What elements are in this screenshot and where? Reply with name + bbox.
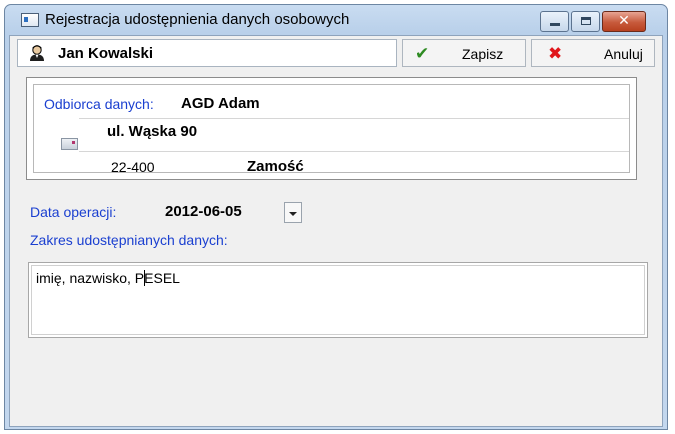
recipient-street: ul. Wąska 90 [107,123,198,140]
recipient-city: Zamość [247,158,304,175]
app-window-icon [21,13,39,27]
person-field[interactable]: Jan Kowalski [17,39,397,67]
recipient-name[interactable]: AGD Adam [181,95,260,112]
recipient-label: Odbiorca danych: [44,96,154,112]
close-window-button[interactable]: ✕ [602,11,646,32]
row-divider [79,118,629,119]
data-scope-label: Zakres udostępnianych danych: [30,232,228,248]
row-divider [79,151,629,152]
operation-date-label: Data operacji: [30,204,117,220]
title-bar[interactable]: Rejestracja udostępnienia danych osobowy… [5,5,667,35]
cross-icon: ✖ [548,44,563,64]
window-title: Rejestracja udostępnienia danych osobowy… [45,11,350,28]
data-scope-text-start: imię, nazwisko, P [36,270,145,286]
checkmark-icon: ✔ [415,44,430,64]
recipient-panel: Odbiorca danych: AGD Adam ul. Wąska 90 2… [26,77,637,180]
save-button-label: Zapisz [462,46,504,62]
maximize-button[interactable] [571,11,600,32]
data-scope-text: imię, nazwisko, PESEL [36,270,180,286]
person-name: Jan Kowalski [58,45,154,62]
minimize-button[interactable] [540,11,569,32]
data-scope-text-end: ESEL [144,270,180,286]
cancel-button[interactable]: ✖ Anuluj [531,39,655,67]
recipient-postal-code: 22-400 [111,159,155,175]
cancel-button-label: Anuluj [604,46,643,62]
date-dropdown-button[interactable] [284,202,302,223]
recipient-panel-inner: Odbiorca danych: AGD Adam ul. Wąska 90 2… [33,84,630,175]
close-icon: ✕ [618,13,630,29]
envelope-icon [61,138,78,150]
person-icon [30,45,44,61]
data-scope-textarea[interactable]: imię, nazwisko, PESEL [28,262,648,338]
operation-date-value[interactable]: 2012-06-05 [165,203,242,220]
data-scope-inner: imię, nazwisko, PESEL [31,265,645,335]
save-button[interactable]: ✔ Zapisz [402,39,526,67]
